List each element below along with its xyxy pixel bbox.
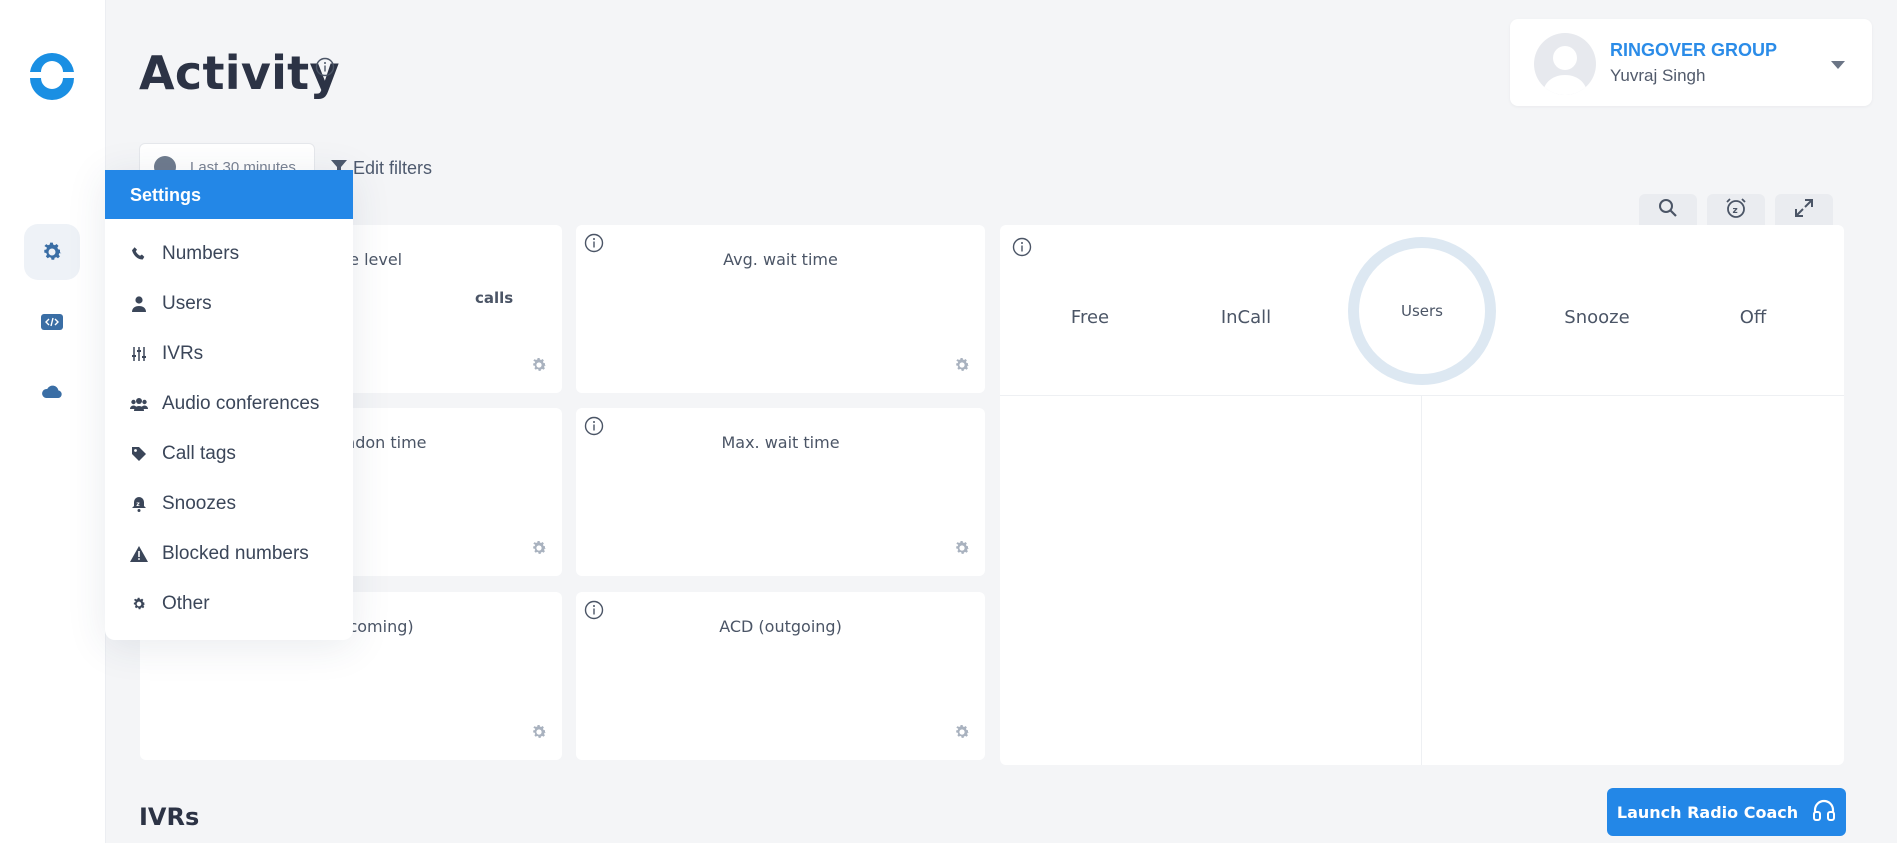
- card-title: Avg. wait time: [723, 250, 838, 269]
- user-icon: [130, 295, 148, 313]
- status-off[interactable]: Off: [1740, 307, 1767, 328]
- settings-item-label: Other: [162, 593, 210, 614]
- edit-filters-label: Edit filters: [353, 158, 433, 178]
- settings-item-label: Users: [162, 293, 212, 314]
- chevron-down-icon[interactable]: [1830, 57, 1846, 75]
- card-title: Max. wait time: [721, 433, 840, 452]
- users-status-panel: Free InCall Users Snooze Off: [1000, 225, 1844, 765]
- settings-item-audio-conferences[interactable]: Audio conferences: [130, 389, 319, 419]
- cloud-icon: [41, 385, 63, 399]
- info-icon[interactable]: [315, 57, 335, 82]
- search-icon: [1658, 198, 1678, 223]
- group-icon: [130, 395, 148, 413]
- gear-icon: [130, 595, 148, 613]
- snooze-bell-icon: z: [130, 495, 148, 513]
- launch-radio-coach-button[interactable]: Launch Radio Coach: [1607, 788, 1846, 836]
- settings-item-ivrs[interactable]: IVRs: [130, 339, 203, 369]
- stat-card-avg-wait-time: Avg. wait time: [576, 225, 985, 393]
- settings-item-snoozes[interactable]: z Snoozes: [130, 489, 236, 519]
- launch-button-label: Launch Radio Coach: [1616, 802, 1799, 822]
- status-free[interactable]: Free: [1071, 307, 1109, 328]
- settings-menu: Settings Numbers Users IVRs Audio confer…: [105, 170, 353, 640]
- info-icon[interactable]: [1012, 237, 1032, 262]
- settings-item-users[interactable]: Users: [130, 289, 212, 319]
- card-title: ACD (outgoing): [719, 617, 842, 636]
- divider: [1000, 395, 1844, 396]
- fullscreen-button[interactable]: [1775, 194, 1833, 226]
- headphones-icon: [1812, 799, 1836, 825]
- alarm-clock-icon: z: [1725, 197, 1747, 224]
- nav-settings[interactable]: [24, 224, 80, 280]
- left-rail: [0, 0, 106, 843]
- svg-text:z: z: [136, 501, 140, 508]
- donut-center-label: Users: [1400, 302, 1443, 320]
- snooze-alarm-button[interactable]: z: [1707, 194, 1765, 226]
- nav-cloud[interactable]: [24, 364, 80, 420]
- sliders-icon: [130, 345, 148, 363]
- settings-item-label: Blocked numbers: [162, 543, 309, 564]
- user-name: Yuvraj Singh: [1610, 66, 1706, 85]
- nav-developer[interactable]: [24, 294, 80, 350]
- phone-icon: [130, 245, 148, 263]
- code-icon: [41, 314, 63, 330]
- gear-icon[interactable]: [530, 356, 548, 379]
- organization-name: RINGOVER GROUP: [1610, 40, 1778, 60]
- ringover-logo-icon[interactable]: [28, 50, 76, 100]
- search-button[interactable]: [1639, 194, 1697, 226]
- page-title: Activity: [139, 46, 340, 100]
- settings-item-other[interactable]: Other: [130, 589, 210, 619]
- gear-icon[interactable]: [953, 356, 971, 379]
- divider: [1421, 396, 1422, 765]
- stat-card-acd-outgoing: ACD (outgoing): [576, 592, 985, 760]
- status-incall[interactable]: InCall: [1221, 307, 1271, 328]
- users-donut: Users: [1348, 237, 1496, 385]
- settings-item-blocked-numbers[interactable]: Blocked numbers: [130, 539, 309, 569]
- gear-icon[interactable]: [953, 723, 971, 746]
- settings-item-label: Audio conferences: [162, 393, 320, 414]
- settings-item-call-tags[interactable]: Call tags: [130, 439, 236, 469]
- gear-icon[interactable]: [953, 539, 971, 562]
- account-switcher[interactable]: RINGOVER GROUP Yuvraj Singh: [1510, 19, 1872, 106]
- settings-item-label: IVRs: [162, 343, 204, 364]
- tag-icon: [130, 445, 148, 463]
- gear-icon[interactable]: [530, 539, 548, 562]
- settings-item-label: Numbers: [162, 243, 240, 264]
- svg-text:z: z: [1733, 206, 1738, 216]
- settings-item-label: Call tags: [162, 443, 236, 464]
- gear-icon: [40, 240, 64, 264]
- calls-label: calls: [475, 289, 514, 307]
- warning-icon: [130, 545, 148, 563]
- section-title-ivrs: IVRs: [139, 803, 200, 831]
- settings-item-label: Snoozes: [162, 493, 236, 514]
- gear-icon[interactable]: [530, 723, 548, 746]
- settings-item-numbers[interactable]: Numbers: [130, 239, 239, 269]
- settings-menu-title: Settings: [105, 170, 353, 219]
- avatar: [1534, 33, 1596, 95]
- stat-card-max-wait-time: Max. wait time: [576, 408, 985, 576]
- status-snooze[interactable]: Snooze: [1564, 307, 1629, 328]
- expand-icon: [1794, 198, 1814, 223]
